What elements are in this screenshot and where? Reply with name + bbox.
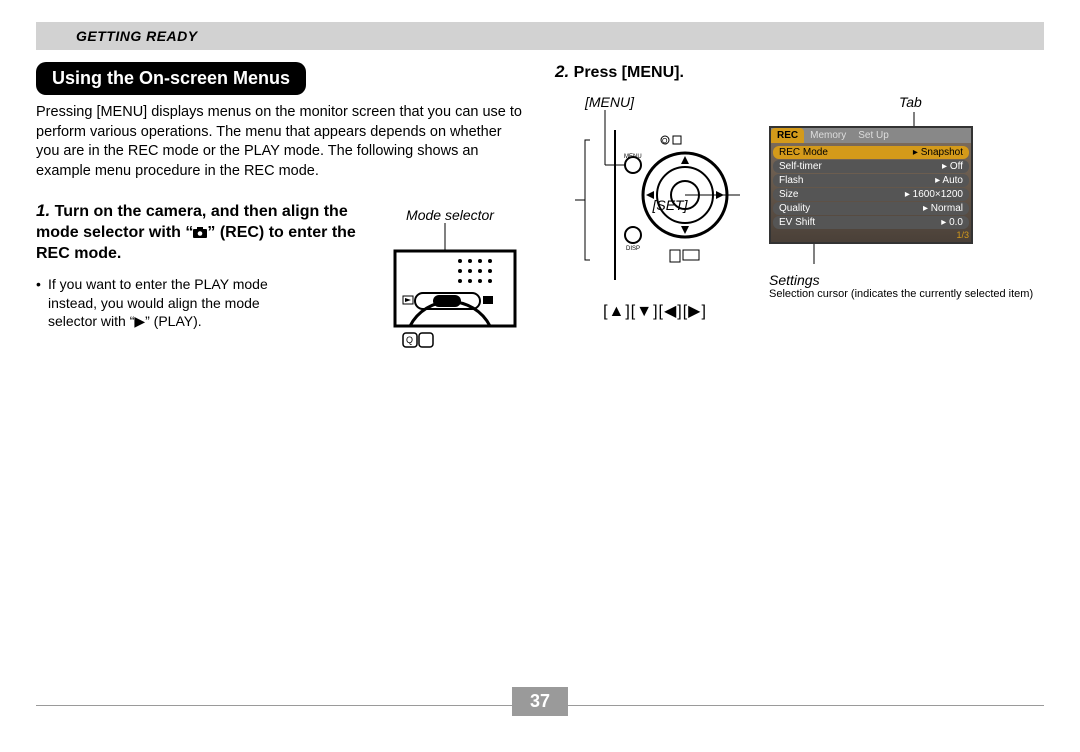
tab-rec: REC (771, 128, 804, 143)
row-value: ▸ 1600×1200 (905, 189, 963, 200)
svg-text:Q: Q (662, 138, 668, 145)
row-value: ▸ Normal (923, 203, 963, 214)
left-column: Using the On-screen Menus Pressing [MENU… (36, 62, 525, 368)
menu-row-self-timer: Self-timer ▸ Off (773, 160, 969, 173)
menu-row-size: Size ▸ 1600×1200 (773, 188, 969, 201)
row-name: Quality (779, 203, 810, 214)
tab-setup: Set Up (852, 128, 895, 143)
page-body: Using the On-screen Menus Pressing [MENU… (0, 50, 1080, 368)
menu-row-flash: Flash ▸ Auto (773, 174, 969, 187)
camera-top-diagram: Q (375, 223, 525, 363)
step-2-number: 2. (555, 62, 569, 81)
row-name: Flash (779, 175, 803, 186)
page-footer: 37 (36, 705, 1044, 712)
step-1-text: Turn on the camera, and then align the m… (36, 203, 356, 262)
menu-row-ev-shift: EV Shift ▸ 0.0 (773, 216, 969, 229)
row-name: Size (779, 189, 798, 200)
section-header: GETTING READY (36, 22, 1044, 50)
step-1: 1. Turn on the camera, and then align th… (36, 201, 525, 368)
menu-rows: REC Mode ▸ Snapshot Self-timer ▸ Off Flash… (771, 143, 971, 242)
menu-row-quality: Quality ▸ Normal (773, 202, 969, 215)
step1-left: 1. Turn on the camera, and then align th… (36, 201, 361, 331)
svg-text:Q: Q (406, 335, 413, 345)
page-number: 37 (512, 687, 568, 716)
step-1-number: 1. (36, 201, 50, 220)
row-value: ▸ Off (942, 161, 963, 172)
menu-screen: REC Memory Set Up REC Mode ▸ Snapshot Sel… (769, 126, 973, 244)
menu-label: [MENU] (555, 94, 755, 110)
menu-row-rec-mode: REC Mode ▸ Snapshot (773, 146, 969, 159)
direction-arrows: [▲][▼][◀][▶] (555, 301, 755, 321)
set-label: [SET] (645, 197, 695, 213)
svg-text:DISP: DISP (626, 246, 640, 252)
intro-paragraph: Pressing [MENU] displays menus on the mo… (36, 103, 525, 181)
step-2-text: Press [MENU]. (574, 64, 684, 81)
step-1-bullet: If you want to enter the PLAY mode inste… (36, 275, 268, 332)
mode-selector-label: Mode selector (375, 207, 525, 223)
right-column: 2. Press [MENU]. [MENU] Q (555, 62, 1044, 368)
row-name: REC Mode (779, 147, 828, 158)
row-value: ▸ 0.0 (941, 217, 963, 228)
settings-label: Settings (769, 272, 1044, 288)
mode-selector-illustration: Mode selector (375, 207, 525, 368)
tab-memory: Memory (804, 128, 852, 143)
settings-leader (809, 244, 819, 264)
row-name: EV Shift (779, 217, 815, 228)
svg-text:MENU: MENU (624, 154, 642, 160)
tab-label: Tab (769, 94, 1044, 110)
menu-tabs: REC Memory Set Up (771, 128, 971, 143)
control-dial-diagram: [MENU] Q MENU (555, 94, 755, 321)
menu-screen-diagram: Tab REC Memory Set Up REC Mode ▸ Snapshot… (769, 94, 1044, 301)
camera-icon (193, 227, 207, 238)
heading-pill: Using the On-screen Menus (36, 62, 306, 95)
settings-note: Selection cursor (indicates the currentl… (769, 288, 1044, 301)
step-2-heading: 2. Press [MENU]. (555, 62, 1044, 84)
row-value: ▸ Auto (935, 175, 963, 186)
row-name: Self-timer (779, 161, 822, 172)
page-indicator: 1/3 (773, 230, 969, 240)
tab-leader (909, 112, 919, 126)
row-value: ▸ Snapshot (913, 147, 963, 158)
